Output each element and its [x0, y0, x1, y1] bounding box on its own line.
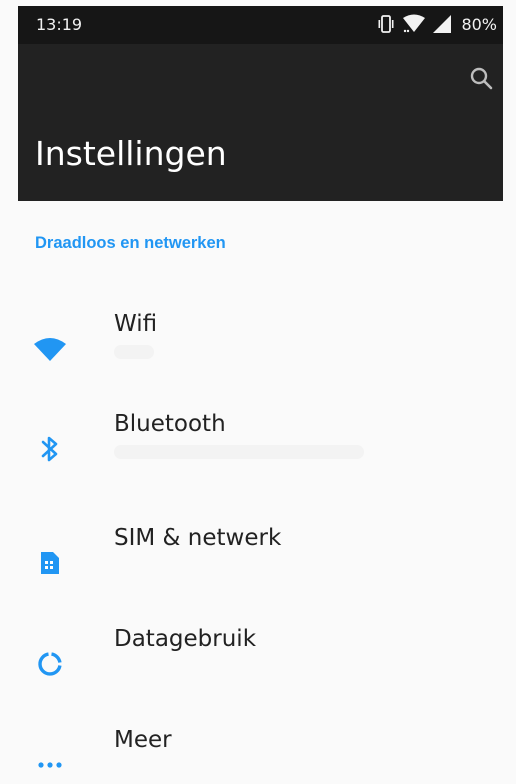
- status-bar: 13:19 80%: [18, 6, 503, 44]
- settings-screen: 13:19 80% Instellingen Draadloos en netw…: [0, 0, 516, 784]
- settings-item-bluetooth[interactable]: Bluetooth: [18, 402, 503, 502]
- sim-card-icon: [33, 546, 67, 580]
- settings-item-label: Bluetooth: [114, 411, 226, 437]
- search-icon: [469, 66, 493, 94]
- settings-item-label: Meer: [114, 727, 172, 753]
- vibrate-icon: [376, 15, 396, 33]
- section-header: Draadloos en netwerken: [35, 234, 226, 252]
- settings-item-label: Datagebruik: [114, 626, 257, 652]
- settings-item-wifi[interactable]: Wifi: [18, 302, 503, 402]
- data-usage-icon: [33, 647, 67, 681]
- settings-item-sim-network[interactable]: SIM & netwerk: [18, 516, 503, 616]
- wifi-icon: [33, 332, 67, 366]
- search-button[interactable]: [465, 64, 497, 96]
- page-title: Instellingen: [35, 134, 227, 173]
- cell-signal-icon: [432, 14, 452, 34]
- status-time: 13:19: [36, 15, 83, 34]
- settings-item-more[interactable]: Meer: [18, 718, 503, 784]
- wifi-summary-placeholder: [114, 345, 154, 359]
- status-icons: 80%: [376, 14, 497, 34]
- app-bar: Instellingen: [18, 44, 503, 201]
- settings-item-label: SIM & netwerk: [114, 525, 282, 551]
- bluetooth-icon: [33, 432, 67, 466]
- settings-item-label: Wifi: [114, 311, 158, 337]
- bluetooth-summary-placeholder: [114, 445, 364, 459]
- battery-level: 80%: [461, 14, 497, 34]
- wifi-signal-icon: [402, 14, 426, 34]
- more-icon: [33, 748, 67, 782]
- settings-item-data-usage[interactable]: Datagebruik: [18, 617, 503, 717]
